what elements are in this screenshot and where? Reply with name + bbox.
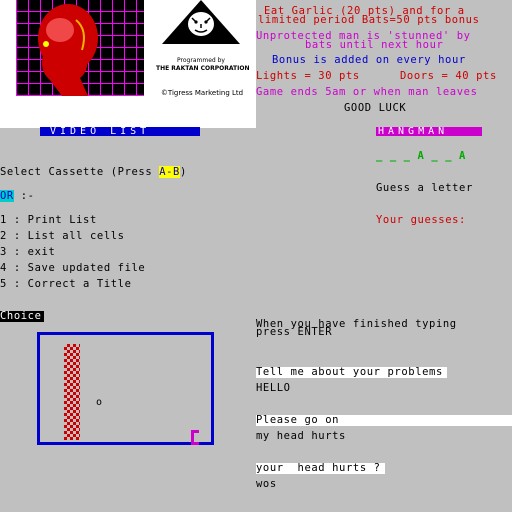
video-list-title: VIDEO LIST [50, 126, 151, 137]
choice-prompt[interactable]: Choice [0, 311, 44, 322]
skull-head-artwork [16, 0, 144, 96]
cover-art-panel: Programmed by THE RAKTAN CORPORATION ©Ti… [0, 0, 256, 128]
therapist-question-1: Tell me about your problems [256, 367, 447, 378]
or-line: OR :- [0, 190, 35, 202]
good-luck-label: GOOD LUCK [344, 102, 407, 114]
company-label: THE RAKTAN CORPORATION [156, 65, 250, 72]
programmed-by-label: Programmed by [177, 57, 225, 64]
menu-option-exit[interactable]: 3 : exit [0, 247, 55, 258]
select-key-hint: A-B [159, 166, 180, 178]
info-bats-line: limited period Bats=50 pts bonus [258, 14, 480, 26]
hangman-title-bar: HANGMAN [376, 126, 482, 137]
man-player-icon: o [96, 397, 103, 408]
press-enter-line: press ENTER [256, 326, 333, 338]
select-cassette-prompt: Select Cassette (Press A-B) [0, 166, 187, 178]
info-stunned-line-2: bats until next hour [305, 39, 444, 51]
therapist-question-2: Please go on [256, 415, 512, 426]
menu-option-print-list[interactable]: 1 : Print List [0, 215, 97, 226]
hangman-title: HANGMAN [378, 126, 449, 137]
info-ends-line: Game ends 5am or when man leaves [256, 86, 478, 98]
menu-option-save-file[interactable]: 4 : Save updated file [0, 263, 145, 274]
info-doors-line: Doors = 40 pts [400, 70, 497, 82]
or-label: OR [0, 190, 14, 202]
user-reply-2: my head hurts [256, 430, 346, 442]
menu-option-list-all-cells[interactable]: 2 : List all cells [0, 231, 125, 242]
guess-letter-prompt[interactable]: Guess a letter [376, 183, 473, 194]
checkered-wall-column [64, 344, 80, 440]
hangman-word: _ _ _ A _ _ A [376, 150, 466, 162]
door-icon [191, 430, 199, 445]
user-reply-1: HELLO [256, 382, 291, 394]
info-lights-line: Lights = 30 pts [256, 70, 360, 82]
video-list-title-bar: VIDEO LIST [40, 126, 200, 137]
user-reply-3[interactable]: wos [256, 479, 277, 490]
copyright-label: ©Tigress Marketing Ltd [160, 89, 244, 97]
therapist-question-3: your head hurts ? [256, 463, 385, 474]
your-guesses-label: Your guesses: [376, 214, 466, 226]
info-bonus-line: Bonus is added on every hour [272, 54, 466, 66]
tiger-logo-icon [162, 0, 240, 44]
menu-option-correct-title[interactable]: 5 : Correct a Title [0, 279, 132, 290]
